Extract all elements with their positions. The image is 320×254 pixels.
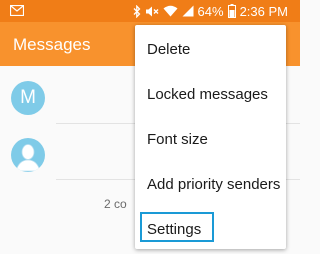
status-bar: 64% 2:36 PM xyxy=(0,0,300,22)
menu-item-locked-messages[interactable]: Locked messages xyxy=(135,73,286,117)
battery-icon xyxy=(227,4,236,18)
menu-item-font-size[interactable]: Font size xyxy=(135,118,286,162)
menu-item-label: Add priority senders xyxy=(147,176,281,193)
wifi-icon xyxy=(163,5,178,17)
page-title: Messages xyxy=(13,35,91,54)
menu-item-label: Delete xyxy=(147,41,191,58)
menu-item-delete[interactable]: Delete xyxy=(135,28,286,72)
clock: 2:36 PM xyxy=(239,3,288,19)
battery-percent: 64% xyxy=(197,3,224,19)
avatar[interactable]: M xyxy=(11,81,45,115)
mail-icon xyxy=(9,3,25,21)
person-icon[interactable] xyxy=(11,138,45,172)
menu-item-label: Font size xyxy=(147,131,208,148)
menu-item-add-priority-senders[interactable]: Add priority senders xyxy=(135,163,286,207)
bluetooth-icon xyxy=(133,4,141,18)
menu-item-label: Locked messages xyxy=(147,86,268,103)
mute-icon xyxy=(145,5,159,18)
conversation-count: 2 co xyxy=(104,197,127,211)
settings-highlight-box xyxy=(140,212,214,242)
signal-icon xyxy=(182,5,194,17)
